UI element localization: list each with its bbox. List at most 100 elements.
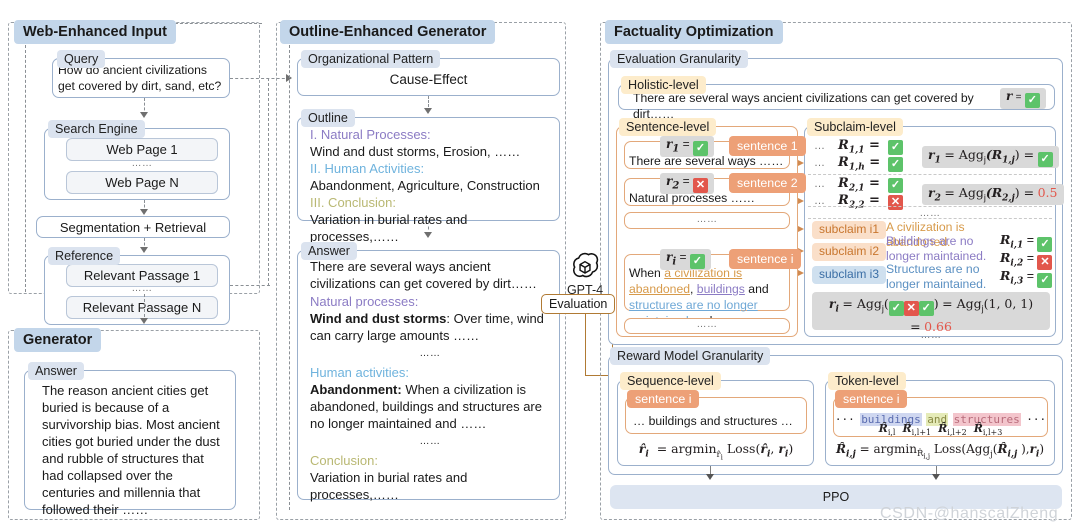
subclaim-divider-3 (808, 218, 1052, 219)
group1-agg: r1 = Aggj(R1,j) = ✓ (922, 146, 1059, 168)
outline-head-3: III. Conclusion: (310, 195, 396, 210)
answer-sec1-body: Wind and dust storms: Over time, wind ca… (310, 310, 550, 344)
g1-agg-arg: (R (985, 147, 1003, 162)
reference-to-generator-arrow (140, 318, 148, 324)
sentence-i-eq: = (679, 250, 687, 264)
subclaim-divider-1 (808, 174, 1052, 175)
evaluation-button[interactable]: Evaluation (541, 294, 616, 314)
eval-down-line (585, 312, 586, 376)
token-sentence-tag: sentence i (835, 390, 908, 409)
tok-f-lhs: R̂ (835, 442, 846, 456)
seq-f-a: r̂ (760, 441, 767, 456)
answer-sec3-body: Variation in burial rates and processes,… (310, 470, 468, 502)
factuality-optimization-title: Factuality Optimization (605, 20, 783, 45)
relevant-passage-n[interactable]: Relevant Passage N (66, 296, 218, 319)
subclaim-i2-score: Ri,2 = ✕ (1000, 250, 1053, 270)
generator-title: Generator (14, 328, 102, 353)
g2r1-var-name: R (838, 176, 849, 191)
group2-row1-var: R2,1 = (838, 176, 880, 194)
sentence-i-mid1: , (690, 282, 697, 296)
evaluation-granularity-label: Evaluation Granularity (610, 50, 748, 69)
sentence-i-score: ri = ✓ (660, 249, 711, 270)
subclaim-i1-tag: subclaim i1 (812, 221, 887, 239)
web-enhanced-input-title: Web-Enhanced Input (14, 20, 176, 45)
g1r2-var-name: R (838, 155, 849, 170)
g1-agg-arg-sub: 1,j (1002, 155, 1015, 166)
left-rail-dash (25, 40, 26, 292)
token-subscripts: R̂i,l R̂i,l+1 R̂i,l+2 R̂i,l+3 (833, 422, 1048, 437)
generator-answer-label: Answer (28, 362, 84, 381)
group1-row2-dots: … (814, 157, 826, 169)
subclaim-i1-score: Ri,1 = ✓ (1000, 232, 1053, 252)
g1r1-var-name: R (838, 138, 849, 153)
sc-i3-sub: i,3 (1010, 276, 1024, 287)
seq-f-lhs-sub: i (645, 449, 649, 460)
sentence-2-sub: 2 (672, 180, 680, 192)
final-mid: = Agg (942, 296, 982, 311)
final-mark-3-check-icon: ✓ (918, 301, 934, 316)
token-level-label: Token-level (828, 372, 906, 391)
group2-row1-check-icon: ✓ (888, 178, 903, 193)
sequence-to-ppo-arrow (706, 474, 714, 480)
search-to-segmentation-arrow (140, 209, 148, 215)
subclaim-tail-ellipsis: …… (920, 330, 942, 341)
sentence-to-subclaim-arrow-5 (798, 226, 804, 232)
web-page-n[interactable]: Web Page N (66, 171, 218, 194)
sentence-i-prefix: When (629, 266, 665, 280)
seq-f-b: r (778, 441, 785, 456)
sentence-i-tag: sentence i (729, 249, 802, 270)
g2-agg-result-value: 0.5 (1037, 185, 1058, 200)
answer-sec1-bold: Wind and dust storms (310, 311, 447, 326)
sentence-1-check-icon: ✓ (693, 141, 708, 156)
reference-label: Reference (48, 247, 121, 266)
token-to-ppo-arrow (932, 474, 940, 480)
middle-answer-label: Answer (301, 242, 357, 261)
tok-sub-4: R̂ (973, 422, 983, 435)
g2-agg-end: ) = (1014, 185, 1035, 200)
sc-i3-var: R (1000, 268, 1011, 283)
final-eq: = Agg (842, 296, 882, 311)
tok-sub-2: R̂ (902, 422, 912, 435)
sentence-i-mid2: and (744, 282, 769, 296)
final-close: ) (933, 296, 939, 311)
middle-left-rail (268, 78, 269, 286)
sc-i2-sub: i,2 (1010, 258, 1024, 269)
outline-head-2: II. Human Activities: (310, 161, 425, 176)
g1-agg-result-check-icon: ✓ (1037, 152, 1053, 167)
tok-f-lhs-sub: i,j (845, 449, 856, 460)
holistic-score-badge: r = ✓ (1000, 88, 1046, 109)
g2-agg-arg-sub: 2,j (1002, 193, 1015, 204)
answer-sec1-head: Natural processes: (310, 294, 419, 309)
sentence-1-score: r1 = ✓ (660, 136, 714, 157)
generator-answer-text: The reason ancient cities get buried is … (42, 383, 220, 517)
sc-i3-check-icon: ✓ (1037, 273, 1053, 288)
g2-agg-arg: (R (985, 185, 1003, 200)
sequence-sentence-text: … buildings and structures … (633, 414, 793, 428)
reward-model-granularity-label: Reward Model Granularity (610, 347, 771, 366)
answer-sec3-head: Conclusion: (310, 453, 378, 468)
group2-row1-dots: … (814, 178, 826, 190)
answer-sec2-body: Abandonment: When a civilization is aban… (310, 381, 550, 432)
search-engine-ellipsis: …… (131, 158, 153, 169)
outline-body-2: Abandonment, Agriculture, Construction (310, 178, 540, 193)
outline-generator-title: Outline-Enhanced Generator (280, 20, 496, 45)
subclaim-i3-score: Ri,3 = ✓ (1000, 268, 1053, 288)
sentence-ellipsis-2: …… (696, 319, 718, 330)
holistic-level-label: Holistic-level (621, 76, 706, 95)
sentence-1-tag: sentence 1 (729, 136, 806, 157)
subclaim-level-label: Subclaim-level (807, 118, 903, 137)
group1-row2-var: R1,h = (838, 155, 881, 173)
sentence-to-subclaim-arrow-7 (798, 270, 804, 276)
search-engine-label: Search Engine (48, 120, 145, 139)
tok-sub-1: R̂ (878, 422, 888, 435)
final-mark-2-cross-icon: ✕ (903, 301, 919, 316)
final-lhs-sub: i (835, 304, 839, 315)
watermark: CSDN-@hanscalZheng (880, 505, 1059, 522)
middle-answer-content: There are several ways ancient civilizat… (310, 258, 550, 503)
openai-logo-icon (572, 252, 599, 278)
subclaim-i3-text: Structures are no longer maintained. (886, 262, 987, 291)
holistic-score-eq: = (1015, 92, 1022, 103)
sentence-to-subclaim-arrow-4 (798, 198, 804, 204)
final-nums: (1, 0, 1) (983, 296, 1034, 311)
sentence-ellipsis: …… (696, 214, 718, 225)
